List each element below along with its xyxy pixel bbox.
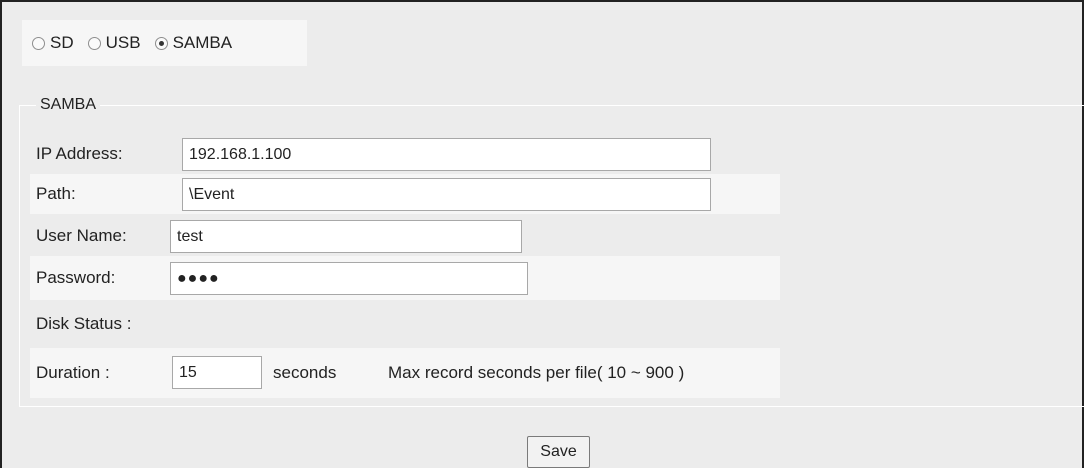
path-label: Path: (36, 184, 76, 203)
save-button[interactable]: Save (527, 436, 590, 468)
path-input[interactable] (182, 178, 711, 211)
path-row: Path: (30, 174, 780, 214)
duration-unit: seconds (273, 363, 337, 382)
duration-row: Duration : seconds Max record seconds pe… (30, 348, 780, 398)
radio-samba-label: SAMBA (172, 33, 233, 52)
duration-input[interactable] (172, 356, 262, 389)
user-name-row: User Name: (30, 216, 780, 256)
disk-status-row: Disk Status : (30, 300, 780, 348)
disk-status-label: Disk Status : (36, 314, 132, 333)
ip-address-row: IP Address: (30, 136, 820, 172)
password-input[interactable] (170, 262, 528, 295)
ip-address-input[interactable] (182, 138, 711, 171)
ip-address-label: IP Address: (36, 144, 123, 163)
radio-option-samba[interactable]: SAMBA (154, 33, 233, 53)
user-name-label: User Name: (36, 226, 127, 245)
radio-sd-label: SD (50, 33, 74, 52)
radio-option-usb[interactable]: USB (87, 33, 141, 53)
radio-option-sd[interactable]: SD (32, 33, 74, 53)
radio-usb-label: USB (105, 33, 141, 52)
radio-usb[interactable] (87, 36, 101, 50)
password-label: Password: (36, 268, 116, 287)
storage-type-selector: SD USB SAMBA (22, 20, 307, 66)
samba-fieldset: SAMBA IP Address: Path: User Name: Passw… (19, 96, 1086, 407)
user-name-input[interactable] (170, 220, 522, 253)
duration-hint: Max record seconds per file( 10 ~ 900 ) (388, 363, 685, 382)
password-row: Password: (30, 256, 780, 300)
radio-sd[interactable] (32, 36, 45, 50)
samba-legend: SAMBA (36, 96, 101, 114)
radio-samba[interactable] (154, 36, 168, 50)
duration-label: Duration : (36, 363, 110, 382)
samba-settings-panel: SD USB SAMBA SAMBA IP Address: Path: Use… (0, 0, 1086, 468)
